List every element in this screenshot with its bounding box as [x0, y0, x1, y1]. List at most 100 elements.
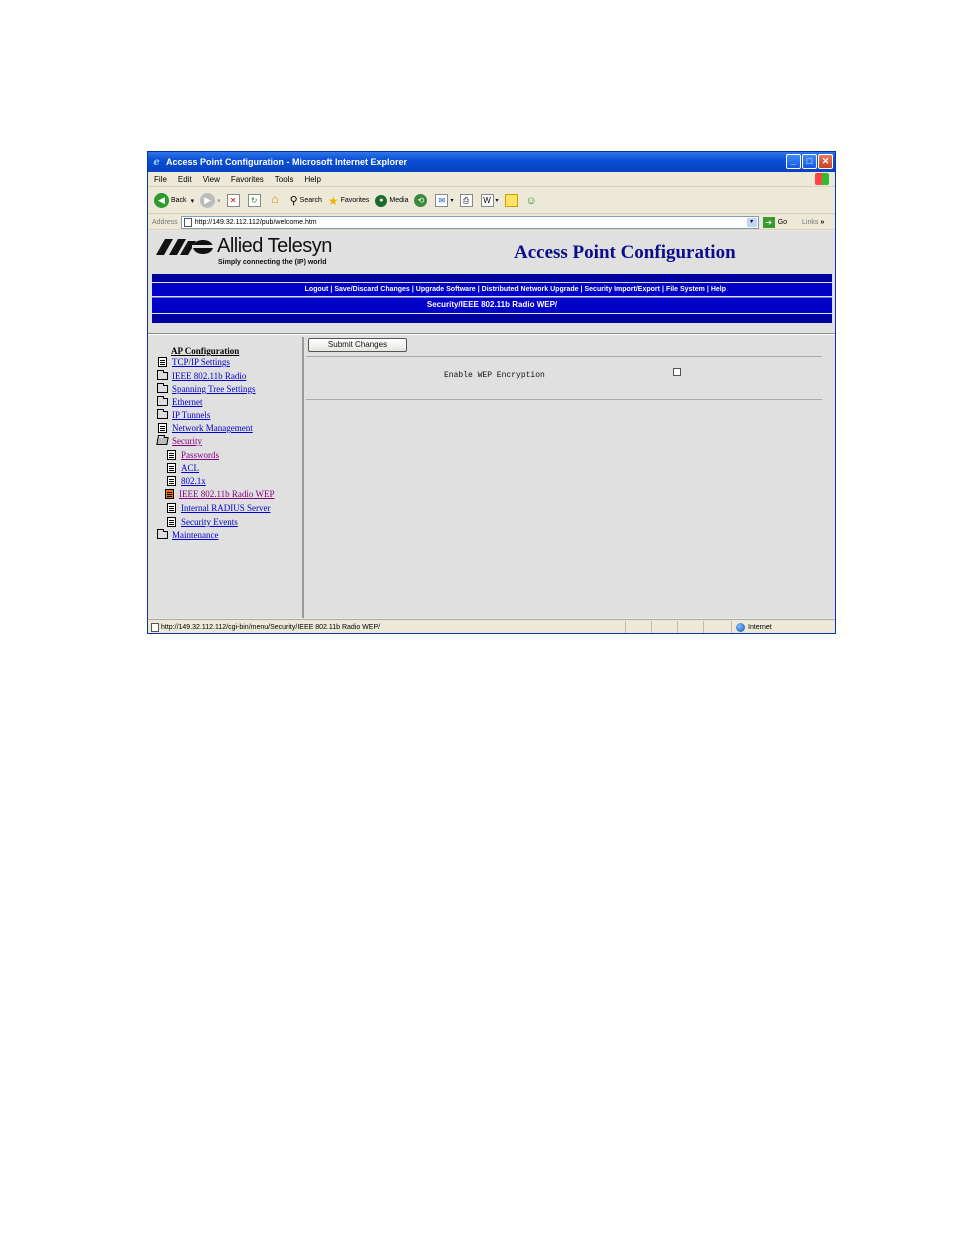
open-folder-icon [156, 437, 169, 445]
address-url: http://149.32.112.112/pub/welcome.htm [194, 218, 317, 226]
forward-arrow-icon: ▶ [200, 193, 216, 208]
sidebar-item-network-management[interactable]: Network Management [158, 423, 253, 433]
links-button[interactable]: Links » [802, 219, 824, 226]
sidebar-item-radius-server[interactable]: Internal RADIUS Server [167, 503, 270, 513]
brand-header: Allied Telesyn Simply connecting the (IP… [148, 231, 835, 273]
menu-help[interactable]: Help [304, 175, 320, 184]
folder-icon [157, 529, 168, 539]
sidebar-item-passwords[interactable]: Passwords [167, 450, 219, 460]
back-button[interactable]: ◀ Back ▾ [154, 193, 194, 208]
nav-upgrade-software[interactable]: Upgrade Software [416, 286, 476, 293]
favorites-button[interactable]: ★ Favorites [328, 194, 370, 208]
history-icon[interactable]: ⟲ [414, 194, 428, 207]
home-icon[interactable]: ⌂ [269, 193, 282, 207]
minimize-button[interactable]: _ [786, 154, 801, 169]
menu-view[interactable]: View [203, 175, 220, 184]
sidebar-item-security-events[interactable]: Security Events [167, 517, 238, 527]
browser-window: e Access Point Configuration - Microsoft… [147, 151, 836, 634]
nav-logout[interactable]: Logout [305, 286, 329, 293]
address-input[interactable]: http://149.32.112.112/pub/welcome.htm ▾ [180, 215, 759, 229]
sidebar-item-radio-wep[interactable]: IEEE 802.11b Radio WEP [165, 489, 275, 499]
sidebar-item-radio[interactable]: IEEE 802.11b Radio [157, 370, 246, 381]
go-button[interactable]: ➔ Go [762, 216, 787, 228]
sidebar-item-ethernet[interactable]: Ethernet [157, 396, 203, 407]
content-rule-bottom [306, 399, 822, 400]
zone-label: Internet [748, 624, 772, 631]
address-bar: Address http://149.32.112.112/pub/welcom… [148, 215, 835, 230]
document-icon [167, 503, 176, 513]
nav-distributed-upgrade[interactable]: Distributed Network Upgrade [482, 286, 579, 293]
go-arrow-icon: ➔ [762, 216, 775, 228]
frame-divider [148, 333, 835, 335]
sidebar-item-maintenance[interactable]: Maintenance [157, 529, 218, 540]
security-zone: Internet [731, 621, 772, 633]
close-button[interactable]: ✕ [818, 154, 833, 169]
globe-icon [736, 623, 745, 632]
sidebar-heading[interactable]: AP Configuration [171, 346, 239, 356]
menu-edit[interactable]: Edit [178, 175, 192, 184]
discuss-icon[interactable] [504, 194, 518, 207]
address-label: Address [152, 218, 178, 226]
header-stripe-bottom [152, 314, 832, 323]
back-dropdown-icon[interactable]: ▾ [191, 197, 195, 205]
status-page-icon [151, 623, 159, 632]
sidebar-item-tcpip[interactable]: TCP/IP Settings [158, 357, 230, 367]
media-button[interactable]: ● Media [375, 194, 408, 207]
active-document-icon [165, 489, 174, 499]
folder-icon [157, 409, 168, 419]
forward-dropdown-icon[interactable]: ▾ [217, 197, 221, 205]
search-button[interactable]: ⚲ Search [290, 194, 322, 207]
sidebar-frame: AP Configuration TCP/IP Settings IEEE 80… [148, 337, 304, 618]
toolbar: ◀ Back ▾ ▶ ▾ ✕ ↻ ⌂ ⚲ Search ★ Favorites … [148, 188, 835, 214]
nav-file-system[interactable]: File System [666, 286, 705, 293]
favorites-star-icon: ★ [327, 193, 339, 208]
sidebar-item-ip-tunnels[interactable]: IP Tunnels [157, 409, 210, 420]
document-icon [167, 463, 176, 473]
content-rule-top [306, 356, 822, 357]
wep-encryption-label: Enable WEP Encryption [444, 371, 545, 380]
document-icon [158, 423, 167, 433]
forward-button[interactable]: ▶ ▾ [200, 193, 221, 208]
submit-changes-button[interactable]: Submit Changes [308, 338, 407, 352]
page-title: Access Point Configuration [514, 242, 736, 263]
print-icon[interactable]: ⎙ [459, 194, 473, 207]
header-stripe-top [152, 274, 832, 282]
messenger-icon[interactable]: ☺ [526, 195, 537, 207]
mail-icon[interactable]: ✉ [435, 194, 449, 207]
wep-encryption-checkbox[interactable] [673, 368, 681, 376]
windows-flag-icon [815, 173, 829, 185]
document-icon [158, 357, 167, 367]
nav-save-discard[interactable]: Save/Discard Changes [334, 286, 409, 293]
status-bar: http://149.32.112.112/cgi-bin/menu/Secur… [148, 619, 835, 633]
nav-help[interactable]: Help [711, 286, 726, 293]
menu-favorites[interactable]: Favorites [231, 175, 264, 184]
search-icon: ⚲ [289, 195, 298, 207]
brand-tagline: Simply connecting the (IP) world [218, 259, 327, 266]
menu-tools[interactable]: Tools [275, 175, 294, 184]
menu-file[interactable]: File [154, 175, 167, 184]
mail-dropdown-icon[interactable]: ▾ [450, 197, 453, 204]
folder-icon [157, 370, 168, 380]
content-frame: Submit Changes Enable WEP Encryption [306, 337, 835, 618]
menu-bar: File Edit View Favorites Tools Help [148, 172, 835, 187]
sidebar-item-security[interactable]: Security [156, 436, 202, 446]
media-icon: ● [375, 194, 388, 207]
address-dropdown-icon[interactable]: ▾ [746, 217, 757, 227]
page-viewport: Allied Telesyn Simply connecting the (IP… [148, 231, 835, 618]
breadcrumb: Security/IEEE 802.11b Radio WEP/ [152, 297, 832, 313]
sidebar-item-8021x[interactable]: 802.1x [167, 476, 206, 486]
edit-icon[interactable]: W [480, 194, 494, 207]
stop-icon[interactable]: ✕ [226, 194, 240, 207]
title-bar: e Access Point Configuration - Microsoft… [148, 152, 835, 172]
maximize-button[interactable]: □ [802, 154, 817, 169]
page-icon [183, 217, 192, 227]
folder-icon [157, 396, 168, 406]
edit-dropdown-icon[interactable]: ▾ [496, 197, 499, 204]
status-url: http://149.32.112.112/cgi-bin/menu/Secur… [161, 623, 381, 631]
nav-security-import-export[interactable]: Security Import/Export [585, 286, 660, 293]
sidebar-item-acl[interactable]: ACL [167, 463, 199, 473]
refresh-icon[interactable]: ↻ [247, 194, 261, 207]
sidebar-item-spanning-tree[interactable]: Spanning Tree Settings [157, 383, 256, 394]
ie-icon: e [153, 156, 160, 168]
brand-name: Allied Telesyn [217, 235, 332, 257]
